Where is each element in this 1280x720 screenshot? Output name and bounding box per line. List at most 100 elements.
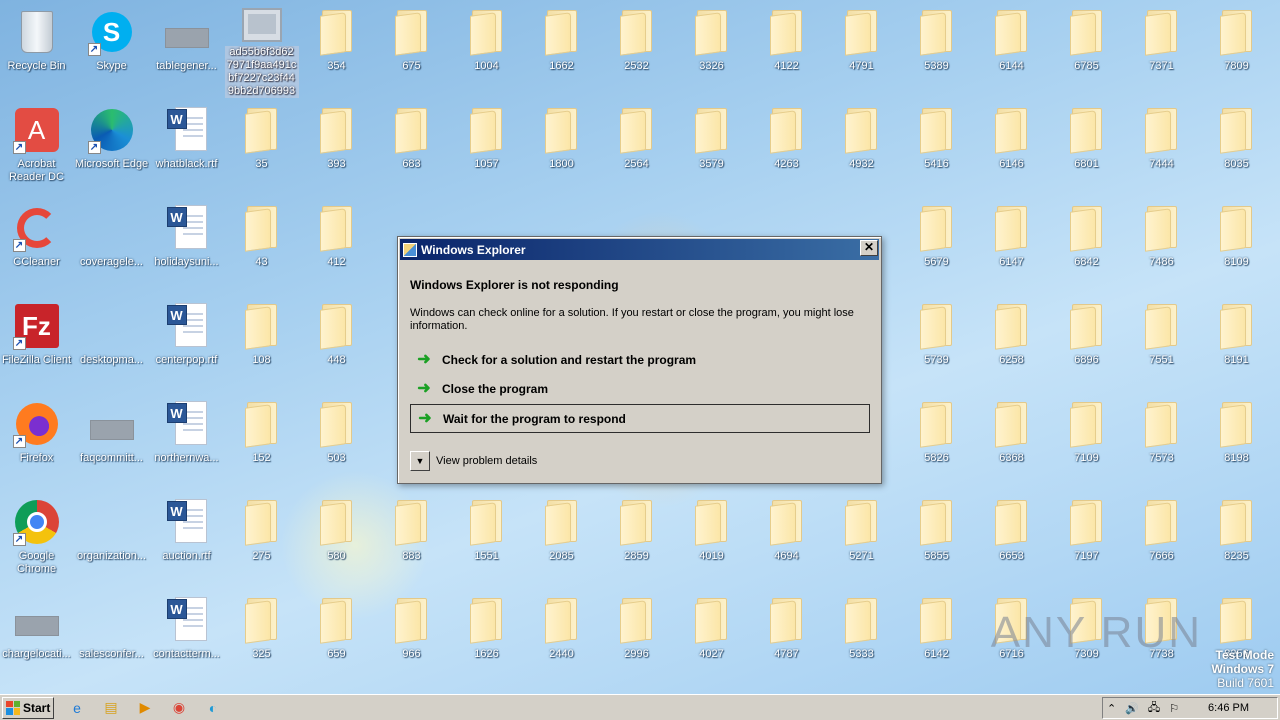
desktop-icon-folder[interactable]: 2532	[599, 2, 674, 98]
desktop-icon-folder[interactable]: 675	[374, 2, 449, 98]
check-solution-restart-option[interactable]: ➜ Check for a solution and restart the p…	[410, 345, 870, 374]
desktop-icon-folder[interactable]: 393	[299, 100, 374, 196]
desktop-icon-folder[interactable]: 1662	[524, 2, 599, 98]
clock[interactable]: 6:46 PM	[1208, 702, 1249, 714]
desktop-icon-filezilla[interactable]: Fz ↗ FileZilla Client	[0, 296, 74, 392]
desktop-icon-folder[interactable]: 5333	[824, 590, 899, 686]
desktop-icon-folder[interactable]: 6896	[1049, 296, 1124, 392]
desktop-icon-folder[interactable]: 7109	[1049, 394, 1124, 490]
desktop-icon-folder[interactable]: 6258	[974, 296, 1049, 392]
desktop-icon-blank[interactable]: organization...	[74, 492, 149, 588]
media-player-icon[interactable]: ▶	[134, 697, 156, 719]
desktop-icon-folder[interactable]: 325	[224, 590, 299, 686]
desktop-icon-acrobat[interactable]: A ↗ Acrobat Reader DC	[0, 100, 74, 196]
desktop-icon-folder[interactable]: 4263	[749, 100, 824, 196]
desktop-icon-folder[interactable]: 8109	[1199, 198, 1274, 294]
desktop-icon-folder[interactable]: 5416	[899, 100, 974, 196]
desktop-icon-folder[interactable]: 8198	[1199, 394, 1274, 490]
desktop-icon-blank[interactable]: desktopma...	[74, 296, 149, 392]
desktop-icon-folder[interactable]: 966	[374, 590, 449, 686]
desktop-icon-folder[interactable]: 6368	[974, 394, 1049, 490]
volume-icon[interactable]: 🔊	[1125, 702, 1139, 715]
desktop-icon-folder[interactable]: 7666	[1124, 492, 1199, 588]
desktop-icon-doc[interactable]: Wwhatblack.rtf	[149, 100, 224, 196]
desktop-icon-doc[interactable]: Wcenterpop.rtf	[149, 296, 224, 392]
desktop-icon-folder[interactable]: 6785	[1049, 2, 1124, 98]
chrome-icon[interactable]: ◉	[168, 697, 190, 719]
desktop-icon-folder[interactable]: 5855	[899, 492, 974, 588]
desktop-icon-folder[interactable]: 6801	[1049, 100, 1124, 196]
desktop-icon-folder[interactable]: 4932	[824, 100, 899, 196]
desktop-icon-folder[interactable]: 1800	[524, 100, 599, 196]
desktop-icon-folder[interactable]: 7809	[1199, 2, 1274, 98]
wait-for-program-option[interactable]: ➜ Wait for the program to respond	[410, 404, 870, 433]
desktop-icon-folder[interactable]: 7197	[1049, 492, 1124, 588]
desktop-icon-folder[interactable]: 659	[299, 590, 374, 686]
explorer-folder-icon[interactable]: ▤	[100, 697, 122, 719]
desktop-icon-folder[interactable]: 1626	[449, 590, 524, 686]
desktop-icon-chrome[interactable]: ↗ Google Chrome	[0, 492, 74, 588]
edge-icon[interactable]: ◐	[202, 697, 224, 719]
desktop-icon-folder[interactable]: 35	[224, 100, 299, 196]
desktop-icon-folder[interactable]: 3326	[674, 2, 749, 98]
desktop-icon-folder[interactable]: 1551	[449, 492, 524, 588]
desktop-icon-doc[interactable]: Wnorthernwa...	[149, 394, 224, 490]
desktop-icon-folder[interactable]: 1004	[449, 2, 524, 98]
desktop-icon-folder[interactable]: 6147	[974, 198, 1049, 294]
desktop-icon-doc[interactable]: Wauction.rtf	[149, 492, 224, 588]
dialog-titlebar[interactable]: Windows Explorer	[400, 239, 879, 260]
desktop-icon-gray[interactable]: faqcommitt...	[74, 394, 149, 490]
desktop-icon-folder[interactable]: 4027	[674, 590, 749, 686]
view-problem-details[interactable]: ▼ View problem details	[410, 451, 537, 471]
desktop-icon-folder[interactable]: 4019	[674, 492, 749, 588]
desktop-icon-folder[interactable]: 8191	[1199, 296, 1274, 392]
desktop-icon-folder[interactable]: 5271	[824, 492, 899, 588]
start-button[interactable]: Start	[2, 696, 54, 719]
close-program-option[interactable]: ➜ Close the program	[410, 374, 870, 403]
desktop-icon-blank[interactable]: coveragele...	[74, 198, 149, 294]
desktop-icon-folder[interactable]: 2996	[599, 590, 674, 686]
desktop-icon-folder[interactable]: 580	[299, 492, 374, 588]
desktop-icon-folder[interactable]: 7573	[1124, 394, 1199, 490]
desktop-icon-folder[interactable]: 3579	[674, 100, 749, 196]
expand-details-button[interactable]: ▼	[410, 451, 430, 471]
desktop-icon-folder[interactable]: 5826	[899, 394, 974, 490]
show-hidden-icons-button[interactable]: ⌃	[1107, 702, 1116, 715]
action-center-icon[interactable]: ⚐	[1169, 702, 1179, 715]
desktop-icon-doc[interactable]: Wcontactterm...	[149, 590, 224, 686]
desktop-icon-gray[interactable]: chargelocati...	[0, 590, 74, 686]
desktop-icon-folder[interactable]: 7551	[1124, 296, 1199, 392]
desktop-icon-firefox[interactable]: ↗ Firefox	[0, 394, 74, 490]
desktop-icon-folder[interactable]: 5679	[899, 198, 974, 294]
desktop-icon-folder[interactable]: 6842	[1049, 198, 1124, 294]
desktop-icon-folder[interactable]: 2440	[524, 590, 599, 686]
desktop-icon-folder[interactable]: 4787	[749, 590, 824, 686]
desktop-icon-folder[interactable]: 7486	[1124, 198, 1199, 294]
desktop-icon-folder[interactable]: 6653	[974, 492, 1049, 588]
desktop-icon-recyclebin[interactable]: Recycle Bin	[0, 2, 74, 98]
desktop-icon-folder[interactable]: 503	[299, 394, 374, 490]
desktop-icon-folder[interactable]: 275	[224, 492, 299, 588]
desktop-icon-folder[interactable]: 354	[299, 2, 374, 98]
desktop-icon-folder[interactable]: 2085	[524, 492, 599, 588]
desktop-icon-folder[interactable]: 4791	[824, 2, 899, 98]
desktop-icon-folder[interactable]: 8035	[1199, 100, 1274, 196]
desktop-icon-folder[interactable]: 7444	[1124, 100, 1199, 196]
desktop-icon-folder[interactable]: 4694	[749, 492, 824, 588]
desktop-icon-folder[interactable]: 2859	[599, 492, 674, 588]
desktop-icon-edge[interactable]: ↗ Microsoft Edge	[74, 100, 149, 196]
desktop-icon-doc[interactable]: Wholidaysuni...	[149, 198, 224, 294]
desktop-icon-folder[interactable]: 8235	[1199, 492, 1274, 588]
desktop-icon-skype[interactable]: S ↗ Skype	[74, 2, 149, 98]
desktop-icon-folder[interactable]: 448	[299, 296, 374, 392]
desktop-icon-folder[interactable]: 43	[224, 198, 299, 294]
desktop-icon-folder[interactable]: 5389	[899, 2, 974, 98]
desktop-icon-folder[interactable]: 108	[224, 296, 299, 392]
desktop-icon-folder[interactable]: 4122	[749, 2, 824, 98]
desktop-icon-blank[interactable]: salesconfer...	[74, 590, 149, 686]
desktop-icon-folder[interactable]: 6144	[974, 2, 1049, 98]
desktop-icon-ccleaner[interactable]: ↗ CCleaner	[0, 198, 74, 294]
internet-explorer-icon[interactable]: e	[66, 697, 88, 719]
close-button[interactable]: ✕	[860, 240, 878, 256]
desktop-icon-folder[interactable]: 152	[224, 394, 299, 490]
